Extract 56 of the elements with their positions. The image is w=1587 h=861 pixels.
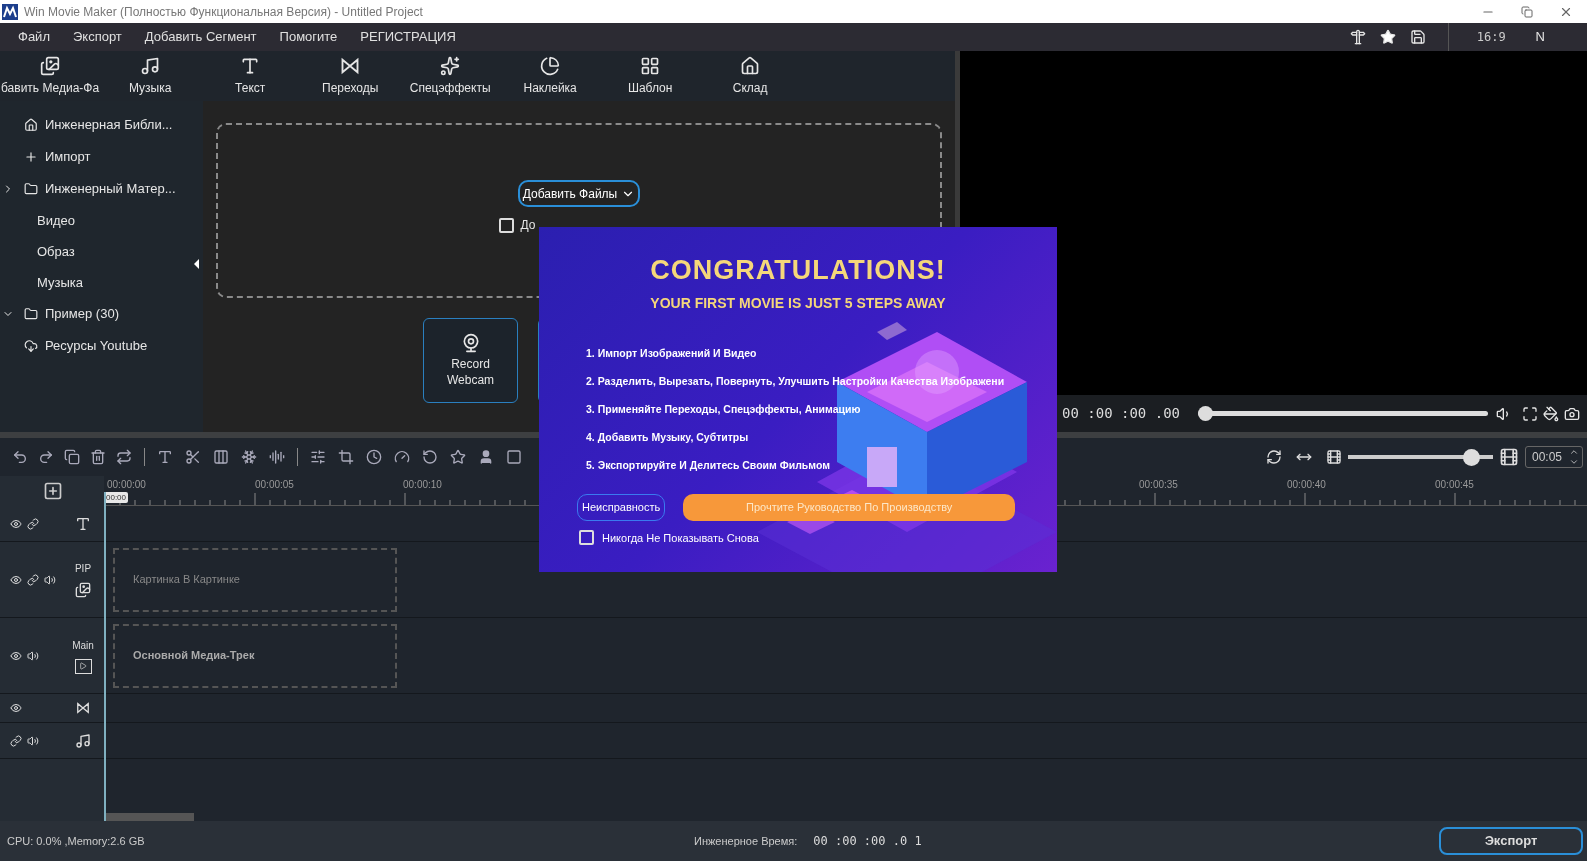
toolbar-button[interactable]: бавить Медиа-Фа	[0, 55, 101, 97]
ruler-label: 00:00:40	[1287, 478, 1327, 492]
sidebar-subitem[interactable]: Музыка	[0, 267, 203, 298]
checkbox-label: До	[520, 217, 536, 234]
checkbox-label: Никогда Не Показывать Снова	[602, 530, 759, 546]
sidebar-item[interactable]: Импорт	[0, 141, 203, 173]
step-text: 5. Экспортируйте И Делитесь Своим Фильмом	[586, 457, 831, 473]
ruler-label: 00:00:00	[107, 478, 147, 492]
export-button[interactable]: Экспорт	[1439, 827, 1583, 855]
ruler-label: 00:00:45	[1435, 478, 1475, 492]
toolbar-button[interactable]: Текст	[200, 55, 301, 97]
troubleshoot-button[interactable]: Неисправность	[577, 493, 666, 521]
toolbar-button[interactable]: Спецэффекты	[400, 55, 501, 97]
sidebar-label: Пример (30)	[45, 305, 119, 324]
sidebar-item[interactable]: Пример (30)	[0, 298, 203, 330]
usage-text: CPU: 0.0% ,Memory:2.6 GB	[7, 833, 146, 849]
sidebar-item[interactable]: Ресурсы Youtube	[0, 330, 203, 362]
sidebar-label: Импорт	[45, 148, 91, 167]
toolbar-button[interactable]: Наклейка	[500, 55, 601, 97]
ruler-label: 00:00:35	[1139, 478, 1179, 492]
clip-drop-zone[interactable]: Картинка В Картинке	[113, 547, 397, 612]
menu-item[interactable]: Файл	[18, 27, 50, 47]
ruler-label: 00:00:05	[255, 478, 295, 492]
add-files-button[interactable]: Добавить Файлы	[517, 180, 641, 207]
step-text: 1. Импорт Изображений И Видео	[586, 345, 758, 361]
window-title: Win Movie Maker (Полностью Функциональная Версия) - Untitled Project	[24, 3, 423, 21]
clip-drop-zone[interactable]: Основной Медиа-Трек	[113, 623, 397, 688]
menu-item[interactable]: РЕГИСТРАЦИЯ	[360, 27, 456, 47]
project-time: 00 :00 :00 .0 1	[813, 833, 922, 850]
sidebar-subitem[interactable]: Видео	[0, 205, 203, 236]
track-label: Main	[72, 638, 94, 653]
sidebar-label: Инженерная Библи...	[45, 116, 173, 135]
time-label: Инженерное Время:	[694, 833, 798, 849]
sidebar-label: Инженерный Матер...	[45, 180, 176, 199]
step-text: 4. Добавить Музыку, Субтитры	[586, 429, 750, 445]
sidebar-subitem[interactable]: Образ	[0, 236, 203, 267]
sidebar-item[interactable]: Инженерный Матер...	[0, 173, 203, 205]
track-label: PIP	[74, 562, 92, 576]
ruler-label: 00:00:10	[403, 478, 443, 492]
user-initial[interactable]: N	[1535, 27, 1545, 47]
dialog-title: CONGRATULATIONS!	[650, 254, 946, 287]
duration-field[interactable]: 00:05	[1525, 446, 1583, 468]
toolbar-button[interactable]: Шаблон	[600, 55, 701, 97]
sidebar-label: Ресурсы Youtube	[45, 337, 148, 356]
menu-item[interactable]: Добавить Сегмент	[144, 27, 257, 47]
toolbar-button[interactable]: Музыка	[100, 55, 201, 97]
dialog-subtitle: YOUR FIRST MOVIE IS JUST 5 STEPS AWAY	[650, 293, 946, 313]
menu-item[interactable]: Помогите	[279, 27, 338, 47]
menu-item[interactable]: Экспорт	[72, 27, 122, 47]
step-text: 3. Применяйте Переходы, Спецэффекты, Анимацию	[586, 401, 862, 417]
toolbar-button[interactable]: Склад	[700, 55, 801, 97]
aspect-ratio[interactable]: 16:9	[1476, 28, 1506, 46]
record-webcam-button[interactable]: Record Webcam	[423, 318, 518, 403]
timecode: 00 :00 :00 .00	[1062, 404, 1180, 423]
toolbar-button[interactable]: Переходы	[300, 55, 401, 97]
sidebar-item[interactable]: Инженерная Библи...	[0, 109, 203, 141]
